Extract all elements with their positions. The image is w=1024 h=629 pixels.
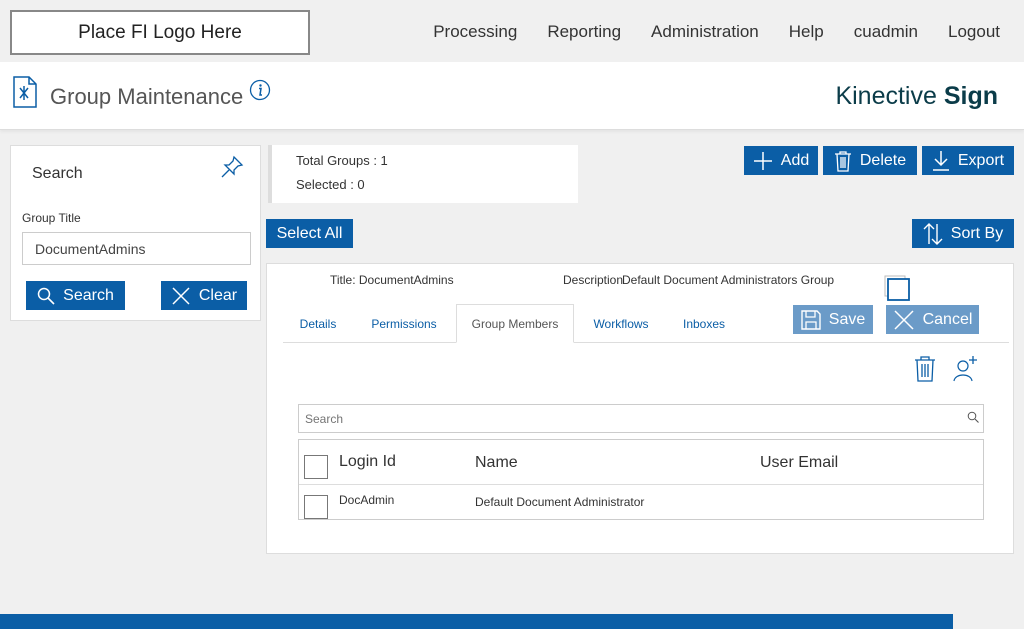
footer-bar bbox=[0, 614, 953, 629]
nav-reporting[interactable]: Reporting bbox=[547, 22, 621, 42]
group-description-value: Default Document Administrators Group bbox=[622, 273, 835, 287]
group-description-label: Description bbox=[563, 273, 624, 287]
remove-member-icon[interactable] bbox=[913, 355, 937, 383]
info-icon[interactable] bbox=[249, 79, 271, 101]
tab-workflows[interactable]: Workflows bbox=[581, 304, 661, 343]
add-button-label: Add bbox=[780, 151, 810, 169]
search-panel-title: Search bbox=[32, 165, 83, 182]
search-button-label: Search bbox=[63, 286, 114, 304]
cancel-button-label: Cancel bbox=[922, 310, 973, 328]
sort-icon bbox=[923, 222, 943, 245]
delete-button-label: Delete bbox=[859, 151, 907, 169]
save-icon bbox=[801, 309, 821, 330]
tab-group-members[interactable]: Group Members bbox=[456, 304, 574, 343]
download-icon bbox=[932, 150, 949, 171]
tab-details[interactable]: Details bbox=[283, 304, 353, 343]
close-icon bbox=[172, 286, 190, 305]
select-all-label: Select All bbox=[276, 224, 343, 242]
tab-permissions[interactable]: Permissions bbox=[359, 304, 449, 343]
trash-icon bbox=[834, 150, 851, 172]
selected-count: Selected : 0 bbox=[296, 177, 365, 192]
main-nav: Processing Reporting Administration Help… bbox=[433, 22, 1000, 42]
tab-inboxes[interactable]: Inboxes bbox=[667, 304, 741, 343]
cell-login-id: DocAdmin bbox=[339, 493, 395, 507]
search-icon bbox=[967, 411, 979, 423]
nav-processing[interactable]: Processing bbox=[433, 22, 517, 42]
search-icon bbox=[37, 287, 55, 305]
row-checkbox[interactable] bbox=[304, 495, 328, 519]
clear-button[interactable]: Clear bbox=[161, 281, 247, 310]
select-all-members-checkbox[interactable] bbox=[304, 455, 328, 479]
table-row[interactable]: DocAdmin Default Document Administrator bbox=[299, 485, 983, 519]
page-title: Group Maintenance bbox=[50, 84, 244, 109]
add-button[interactable]: Add bbox=[744, 146, 818, 175]
clear-button-label: Clear bbox=[198, 286, 238, 304]
document-icon bbox=[13, 76, 37, 108]
nav-logout[interactable]: Logout bbox=[948, 22, 1000, 42]
add-member-icon[interactable] bbox=[953, 355, 979, 383]
group-card: Title: DocumentAdmins Description Defaul… bbox=[266, 263, 1014, 554]
save-button[interactable]: Save bbox=[793, 305, 873, 334]
page-header: Group Maintenance Kinective Sign bbox=[0, 62, 1024, 130]
plus-icon bbox=[753, 151, 772, 170]
export-button[interactable]: Export bbox=[922, 146, 1014, 175]
cell-name: Default Document Administrator bbox=[475, 495, 645, 509]
total-groups: Total Groups : 1 bbox=[296, 153, 388, 168]
column-login-id[interactable]: Login Id bbox=[339, 453, 396, 471]
save-button-label: Save bbox=[828, 310, 866, 328]
nav-help[interactable]: Help bbox=[789, 22, 824, 42]
brand-logo: Kinective Sign bbox=[835, 82, 998, 111]
sort-by-label: Sort By bbox=[950, 224, 1004, 242]
search-panel: Search Group Title Search Clear bbox=[10, 145, 261, 321]
group-title-label: Group Title bbox=[22, 211, 81, 225]
group-select-checkbox[interactable] bbox=[884, 275, 910, 301]
brand-light: Kinective bbox=[835, 82, 944, 110]
column-user-email[interactable]: User Email bbox=[760, 454, 838, 472]
cancel-button[interactable]: Cancel bbox=[886, 305, 979, 334]
export-button-label: Export bbox=[957, 151, 1005, 169]
sort-by-button[interactable]: Sort By bbox=[912, 219, 1014, 248]
nav-administration[interactable]: Administration bbox=[651, 22, 759, 42]
totals-panel: Total Groups : 1 Selected : 0 bbox=[268, 145, 578, 203]
top-bar: Place FI Logo Here Processing Reporting … bbox=[0, 0, 1024, 62]
members-table: Login Id Name User Email DocAdmin Defaul… bbox=[298, 439, 984, 520]
brand-bold: Sign bbox=[943, 82, 998, 110]
delete-button[interactable]: Delete bbox=[823, 146, 917, 175]
member-search-input[interactable] bbox=[298, 404, 984, 433]
pin-icon[interactable] bbox=[219, 154, 245, 180]
group-title: Title: DocumentAdmins bbox=[330, 273, 454, 287]
column-name[interactable]: Name bbox=[475, 454, 518, 472]
table-header: Login Id Name User Email bbox=[299, 440, 983, 485]
select-all-button[interactable]: Select All bbox=[266, 219, 353, 248]
nav-user[interactable]: cuadmin bbox=[854, 22, 918, 42]
logo-placeholder: Place FI Logo Here bbox=[10, 10, 310, 55]
search-button[interactable]: Search bbox=[26, 281, 125, 310]
close-icon bbox=[894, 309, 914, 330]
group-title-input[interactable] bbox=[22, 232, 251, 265]
